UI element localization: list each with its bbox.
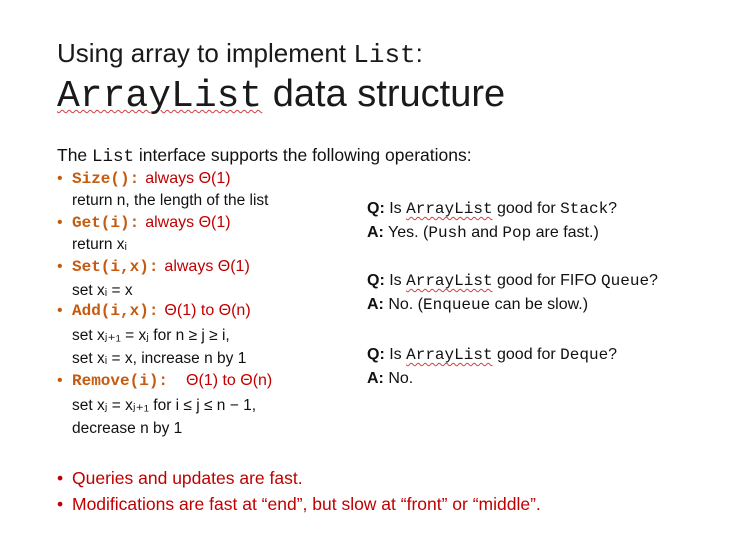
- note-queries: • Queries and updates are fast.: [57, 468, 303, 488]
- operation-get: • Get(i): always Θ(1): [57, 214, 231, 232]
- answer-stack: A: Yes. (Push and Pop are fast.): [367, 224, 599, 242]
- title-code-list: List: [353, 40, 416, 70]
- bullet: •: [57, 214, 63, 231]
- answer-deque: A: No.: [367, 370, 414, 387]
- bullet: •: [57, 258, 63, 275]
- operation-set-desc: set xᵢ = x: [72, 282, 133, 299]
- operation-add-desc-1: set xⱼ₊₁ = xⱼ for n ≥ j ≥ i,: [72, 327, 230, 344]
- title-code-arraylist: ArrayList: [57, 75, 263, 118]
- bullet: •: [57, 302, 63, 319]
- note-modifications: • Modifications are fast at “end”, but sl…: [57, 494, 541, 514]
- bullet: •: [57, 372, 63, 389]
- title-line-1: Using array to implement List:: [57, 38, 423, 70]
- operation-set: • Set(i,x): always Θ(1): [57, 258, 250, 276]
- operation-remove: • Remove(i): Θ(1) to Θ(n): [57, 372, 273, 390]
- operation-add-desc-2: set xᵢ = x, increase n by 1: [72, 350, 247, 367]
- question-queue: Q: Is ArrayList good for FIFO Queue?: [367, 272, 658, 290]
- operation-remove-desc-2: decrease n by 1: [72, 420, 183, 437]
- answer-queue: A: No. (Enqueue can be slow.): [367, 296, 589, 314]
- operation-size-desc: return n, the length of the list: [72, 192, 269, 209]
- intro-text: The List interface supports the followin…: [57, 145, 472, 167]
- bullet: •: [57, 468, 64, 488]
- bullet: •: [57, 170, 63, 187]
- operation-get-desc: return xᵢ: [72, 236, 127, 253]
- operation-remove-desc-1: set xⱼ = xⱼ₊₁ for i ≤ j ≤ n − 1,: [72, 397, 257, 414]
- question-stack: Q: Is ArrayList good for Stack?: [367, 200, 618, 218]
- title-line-2: ArrayList data structure: [57, 73, 506, 118]
- question-deque: Q: Is ArrayList good for Deque?: [367, 346, 618, 364]
- operation-size: • Size(): always Θ(1): [57, 170, 231, 188]
- operation-add: • Add(i,x): Θ(1) to Θ(n): [57, 302, 251, 320]
- bullet: •: [57, 494, 64, 514]
